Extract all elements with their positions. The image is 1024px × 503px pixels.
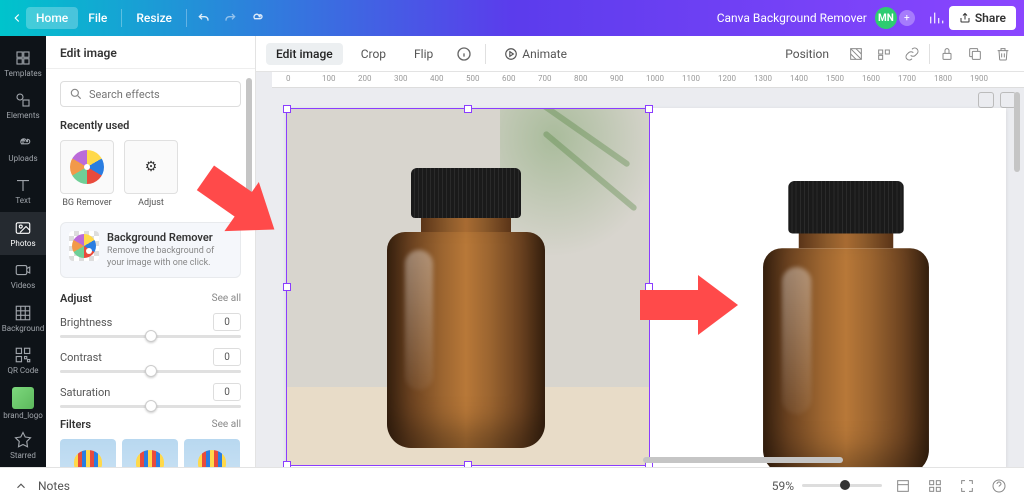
bgrem-desc: Remove the background of your image with… bbox=[107, 246, 232, 269]
fullscreen-icon[interactable] bbox=[956, 475, 978, 497]
separator bbox=[186, 9, 187, 27]
transparency-icon[interactable] bbox=[845, 43, 867, 65]
edit-panel: Edit image Recently used BG Remover ⚙ Ad… bbox=[46, 36, 256, 467]
ruler-horizontal: 0 100 200 300 400 500 600 700 800 900 10… bbox=[272, 72, 1024, 88]
filters-see-all[interactable]: See all bbox=[212, 419, 241, 430]
contrast-slider[interactable]: Contrast0 bbox=[60, 348, 241, 373]
add-member-icon[interactable]: + bbox=[899, 10, 915, 26]
adjust-see-all[interactable]: See all bbox=[212, 293, 241, 304]
saturation-slider[interactable]: Saturation0 bbox=[60, 383, 241, 408]
filter-thumb[interactable] bbox=[122, 439, 178, 467]
rail-videos[interactable]: Videos bbox=[0, 255, 46, 298]
panel-title: Edit image bbox=[46, 36, 255, 69]
rail-text[interactable]: Text bbox=[0, 170, 46, 213]
insights-icon[interactable] bbox=[923, 5, 949, 31]
side-rail: Templates Elements Uploads Text Photos V… bbox=[0, 36, 46, 467]
filters-label: Filters bbox=[60, 418, 91, 431]
rail-brand-logo[interactable]: brand_logo bbox=[0, 382, 46, 425]
edit-image-button[interactable]: Edit image bbox=[266, 43, 343, 65]
tile-adjust[interactable]: ⚙ Adjust bbox=[124, 140, 178, 208]
duplicate-icon[interactable] bbox=[964, 43, 986, 65]
flip-button[interactable]: Flip bbox=[404, 43, 443, 65]
bottom-bar: Notes 59% bbox=[0, 467, 1024, 503]
animate-button[interactable]: Animate bbox=[494, 43, 577, 65]
rail-starred[interactable]: Starred bbox=[0, 425, 46, 468]
link-icon[interactable] bbox=[901, 43, 923, 65]
search-icon bbox=[69, 87, 83, 101]
canvas-area: Edit image Crop Flip Animate Position 0 … bbox=[256, 36, 1024, 467]
adjust-label: Adjust bbox=[60, 292, 92, 305]
back-icon[interactable] bbox=[8, 9, 26, 27]
grid-view-icon[interactable] bbox=[924, 475, 946, 497]
brand-logo-icon bbox=[12, 387, 34, 409]
avatar[interactable]: MN bbox=[875, 7, 897, 29]
rail-photos[interactable]: Photos bbox=[0, 212, 46, 255]
background-remover-card[interactable]: Background Remover Remove the background… bbox=[60, 222, 241, 278]
rail-qrcode[interactable]: QR Code bbox=[0, 340, 46, 383]
top-bar: Home File Resize Canva Background Remove… bbox=[0, 0, 1024, 36]
info-icon[interactable] bbox=[451, 41, 477, 67]
filter-thumb[interactable] bbox=[60, 439, 116, 467]
search-input[interactable] bbox=[89, 88, 232, 101]
panel-scrollbar[interactable] bbox=[246, 68, 254, 465]
selection-box[interactable] bbox=[286, 108, 650, 466]
tile-bg-remover[interactable]: BG Remover bbox=[60, 140, 114, 208]
rail-uploads[interactable]: Uploads bbox=[0, 127, 46, 170]
undo-icon[interactable] bbox=[191, 5, 217, 31]
document-title[interactable]: Canva Background Remover bbox=[717, 11, 867, 25]
zoom-slider[interactable] bbox=[802, 484, 882, 487]
zoom-value[interactable]: 59% bbox=[772, 479, 794, 493]
beachball-icon bbox=[70, 150, 104, 184]
bottle-image-no-bg[interactable] bbox=[762, 181, 930, 467]
vertical-scrollbar[interactable] bbox=[1014, 88, 1022, 447]
sliders-icon: ⚙ bbox=[145, 159, 158, 175]
recently-used-label: Recently used bbox=[60, 119, 241, 132]
bgrem-title: Background Remover bbox=[107, 231, 232, 244]
search-effects[interactable] bbox=[60, 81, 241, 107]
fit-icon[interactable] bbox=[892, 475, 914, 497]
help-icon[interactable] bbox=[988, 475, 1010, 497]
lock-element-icon[interactable] bbox=[936, 43, 958, 65]
brightness-slider[interactable]: Brightness0 bbox=[60, 313, 241, 338]
canvas[interactable] bbox=[256, 88, 1024, 467]
share-button[interactable]: Share bbox=[949, 6, 1016, 30]
rail-templates[interactable]: Templates bbox=[0, 42, 46, 85]
chevron-up-icon[interactable] bbox=[14, 479, 28, 493]
expand-page-icon[interactable] bbox=[978, 92, 994, 108]
resize-button[interactable]: Resize bbox=[126, 7, 182, 29]
cloud-sync-icon[interactable] bbox=[243, 5, 269, 31]
redo-icon[interactable] bbox=[217, 5, 243, 31]
filter-thumb[interactable] bbox=[184, 439, 240, 467]
horizontal-scrollbar[interactable] bbox=[272, 457, 1014, 465]
rail-elements[interactable]: Elements bbox=[0, 85, 46, 128]
notes-button[interactable]: Notes bbox=[38, 479, 70, 493]
position-button[interactable]: Position bbox=[775, 43, 839, 65]
crop-button[interactable]: Crop bbox=[351, 43, 396, 65]
rail-background[interactable]: Background bbox=[0, 297, 46, 340]
context-toolbar: Edit image Crop Flip Animate Position bbox=[256, 36, 1024, 72]
separator bbox=[121, 9, 122, 27]
lock-icon[interactable] bbox=[873, 43, 895, 65]
beachball-icon bbox=[72, 234, 96, 258]
delete-icon[interactable] bbox=[992, 43, 1014, 65]
file-button[interactable]: File bbox=[78, 7, 117, 29]
home-button[interactable]: Home bbox=[26, 7, 78, 29]
